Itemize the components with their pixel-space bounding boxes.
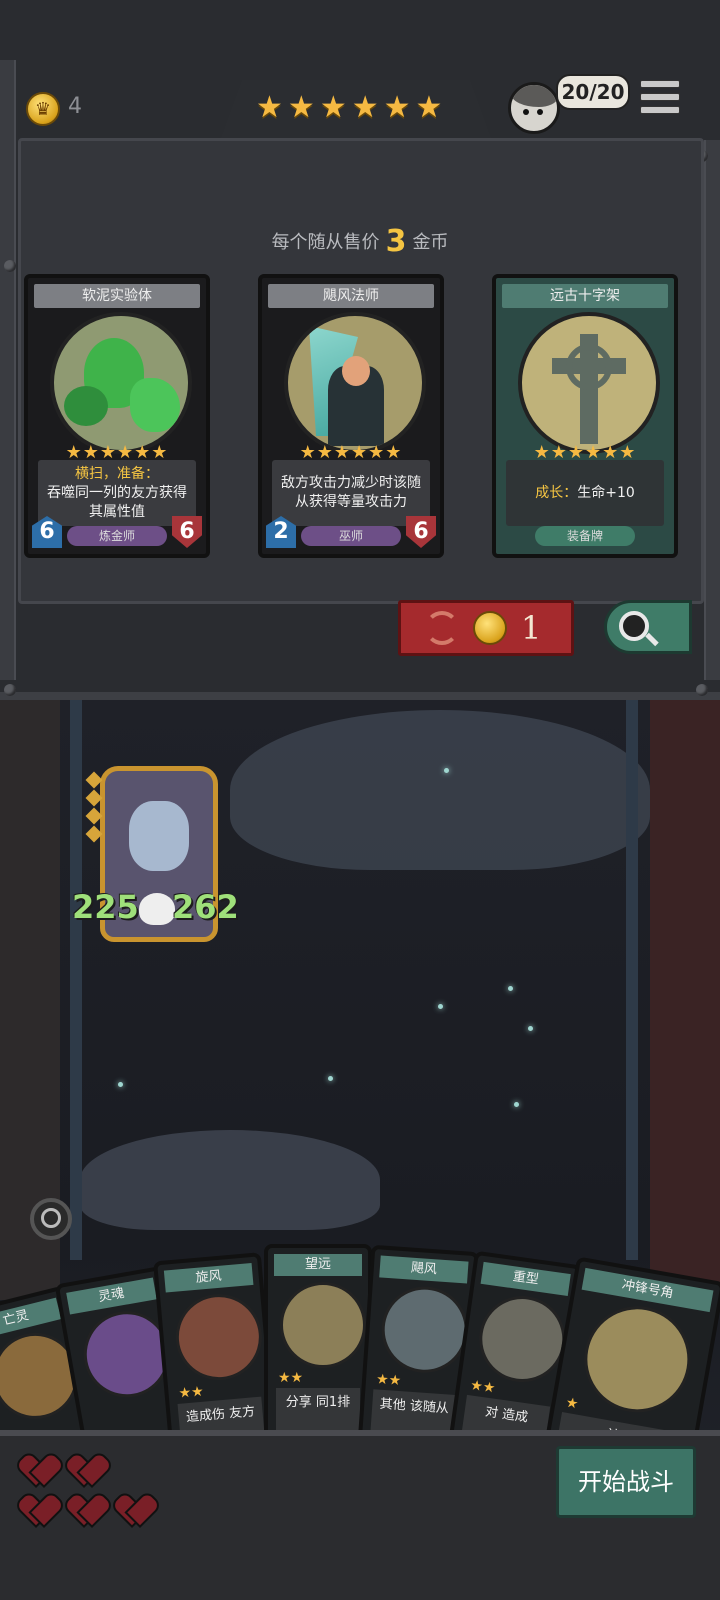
- sell-price-value: 3: [385, 224, 407, 259]
- card-effect: 生命+10: [577, 484, 635, 501]
- storm-mage-portrait: [284, 312, 426, 454]
- card-tribe: 巫师: [301, 526, 401, 546]
- refresh-cost: 1: [521, 609, 542, 647]
- card-keyword: 成长：: [535, 484, 578, 501]
- sell-price-prefix: 每个随从售价: [271, 232, 380, 253]
- heart-icon: [70, 1456, 102, 1484]
- hero-health: 262: [172, 888, 239, 926]
- crown-coin-icon: ♛: [26, 92, 60, 126]
- star-icon: ★: [287, 90, 315, 125]
- hand-card-art: [280, 1282, 366, 1368]
- hero-attack: 225: [72, 888, 139, 926]
- slime-portrait: [50, 312, 192, 454]
- sparkle: [118, 1082, 123, 1087]
- ancient-cross-portrait: [518, 312, 660, 454]
- card-title: 软泥实验体: [34, 284, 200, 308]
- hand-card-stars: ★★: [177, 1383, 205, 1402]
- shop-card-slime[interactable]: 软泥实验体 ★★★★★★ 横扫，准备： 吞噬同一列的友方获得其属性值 炼金师 6…: [24, 274, 210, 558]
- card-health: 6: [172, 516, 202, 548]
- hamburger-menu-icon[interactable]: [640, 80, 680, 116]
- hand-card-stars: ★★: [278, 1370, 304, 1386]
- hand-card-title: 灵魂: [66, 1277, 157, 1315]
- card-effect: 吞噬同一列的友方获得其属性值: [47, 484, 187, 520]
- sparkle: [438, 1004, 443, 1009]
- sparkle: [508, 986, 513, 991]
- hand-card-title: 望远: [274, 1254, 362, 1276]
- hero-level-pips: [85, 771, 103, 846]
- refresh-shop-button[interactable]: 1: [398, 600, 574, 656]
- hand-card-stars: ★★: [469, 1377, 497, 1397]
- hand-card-art: [378, 1283, 471, 1376]
- card-keyword: 横扫，准备：: [75, 465, 159, 482]
- sparkle: [514, 1102, 519, 1107]
- magnifier-icon[interactable]: [30, 1198, 72, 1240]
- card-effect: 敌方攻击力减少时该随从获得等量攻击力: [281, 475, 421, 510]
- star-icon: ★: [415, 90, 443, 125]
- tavern-tier-stars: ★ ★ ★ ★ ★ ★: [256, 90, 442, 125]
- hand-card-art: [575, 1297, 699, 1421]
- card-tribe: 炼金师: [67, 526, 167, 546]
- hand-card-stars: ★: [564, 1394, 580, 1413]
- start-battle-button[interactable]: 开始战斗: [556, 1446, 696, 1518]
- pillar: [70, 700, 82, 1260]
- hand-card-stars: ★★: [375, 1371, 402, 1390]
- rivet: [4, 260, 16, 272]
- cloud: [230, 710, 650, 870]
- heart-icon: [118, 1496, 150, 1524]
- left-rail: [0, 60, 16, 680]
- shop-card-ancient-cross[interactable]: 远古十字架 ★★★★★★ 成长：生命+10 装备牌: [492, 274, 678, 558]
- shop-panel: ♛ 4 ★ ★ ★ ★ ★ ★ 20/20 每个随从售价 3 金币 软泥实验体 ★★…: [0, 0, 720, 700]
- sparkle: [444, 768, 449, 773]
- heart-icon: [70, 1496, 102, 1524]
- sparkle: [528, 1026, 533, 1031]
- heart-icon: [22, 1496, 54, 1524]
- player-avatar[interactable]: [508, 82, 560, 134]
- sell-price-suffix: 金币: [412, 232, 449, 253]
- card-title: 远古十字架: [502, 284, 668, 308]
- hero-portrait: [129, 801, 189, 871]
- hand-card-title: 飓风: [379, 1255, 469, 1284]
- crown-coin-icon: [473, 611, 507, 645]
- card-tribe: 装备牌: [535, 526, 635, 546]
- right-rail: [704, 140, 720, 680]
- sparkle: [328, 1076, 333, 1081]
- card-health: 6: [406, 516, 436, 548]
- battle-area: 225 262 亡灵 灵魂 旋风 ★★ 造成伤 友方 望远 ★★ 分享 同1排 …: [0, 700, 720, 1600]
- pillar: [626, 700, 638, 1260]
- cloud: [80, 1130, 380, 1230]
- star-icon: ★: [383, 90, 411, 125]
- heart-icon: [22, 1456, 54, 1484]
- card-title: 飓风法师: [268, 284, 434, 308]
- refresh-icon: [425, 611, 459, 645]
- shop-card-storm-mage[interactable]: 飓风法师 ★★★★★★ 敌方攻击力减少时该随从获得等量攻击力 巫师 2 6: [258, 274, 444, 558]
- rivet: [696, 684, 708, 696]
- card-description: 成长：生命+10: [506, 460, 664, 526]
- rivet: [4, 684, 16, 696]
- inspect-button[interactable]: [604, 600, 692, 654]
- star-icon: ★: [256, 90, 283, 125]
- sell-price-line: 每个随从售价 3 金币: [0, 224, 720, 259]
- gold-count: 4: [68, 94, 82, 119]
- star-icon: ★: [319, 90, 347, 125]
- hand-card-title: 旋风: [163, 1262, 254, 1293]
- hand-card-art: [172, 1290, 266, 1384]
- hand-card-title: 重型: [480, 1261, 571, 1296]
- skull-icon: [139, 893, 175, 925]
- right-wall: [650, 700, 720, 1300]
- star-icon: ★: [351, 90, 379, 125]
- army-count-badge: 20/20: [556, 74, 630, 110]
